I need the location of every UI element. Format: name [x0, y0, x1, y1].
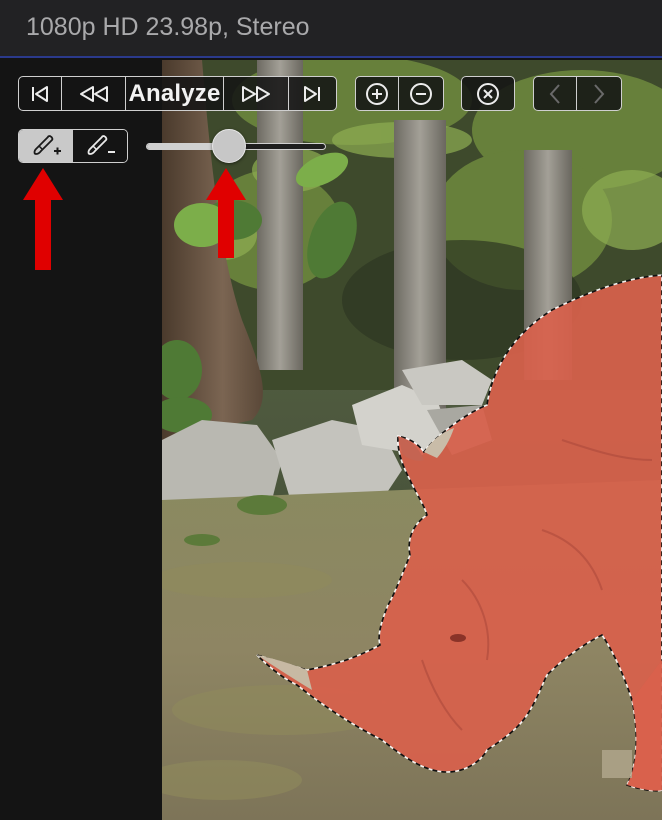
- go-to-end-button[interactable]: [289, 77, 335, 110]
- minus-circle-icon: [410, 82, 432, 105]
- transport-controls: Analyze: [18, 76, 337, 111]
- chevron-left-icon: [549, 83, 560, 104]
- clear-button[interactable]: [462, 77, 514, 110]
- next-button[interactable]: [577, 77, 621, 110]
- viewer-header-bar: 1080p HD 23.98p, Stereo: [0, 0, 662, 58]
- fast-forward-icon: [242, 85, 270, 102]
- zoom-in-button[interactable]: [356, 77, 400, 110]
- clear-group: [461, 76, 515, 111]
- previous-button[interactable]: [534, 77, 578, 110]
- subtract-brush-button[interactable]: [73, 130, 127, 162]
- zoom-controls: [355, 76, 444, 111]
- chevron-right-icon: [594, 83, 605, 104]
- navigation-controls: [533, 76, 622, 111]
- brush-add-icon: [33, 135, 61, 155]
- skip-to-end-icon: [304, 85, 320, 102]
- rewind-icon: [79, 85, 108, 102]
- add-brush-button[interactable]: [19, 130, 73, 162]
- annotation-arrow-slider: [206, 168, 246, 258]
- brush-subtract-icon: [87, 135, 115, 155]
- zoom-out-button[interactable]: [399, 77, 443, 110]
- brush-size-slider[interactable]: [146, 129, 326, 163]
- plus-circle-icon: [366, 82, 388, 105]
- brush-mode-toggle: [18, 129, 128, 163]
- go-to-start-button[interactable]: [19, 77, 62, 110]
- close-circle-icon: [477, 82, 499, 105]
- annotation-arrow-brush: [23, 168, 63, 270]
- rewind-button[interactable]: [62, 77, 126, 110]
- skip-to-start-icon: [32, 85, 48, 102]
- analyze-button[interactable]: Analyze: [126, 77, 224, 110]
- fast-forward-button[interactable]: [224, 77, 289, 110]
- slider-knob[interactable]: [211, 129, 246, 163]
- format-label: 1080p HD 23.98p, Stereo: [26, 13, 310, 41]
